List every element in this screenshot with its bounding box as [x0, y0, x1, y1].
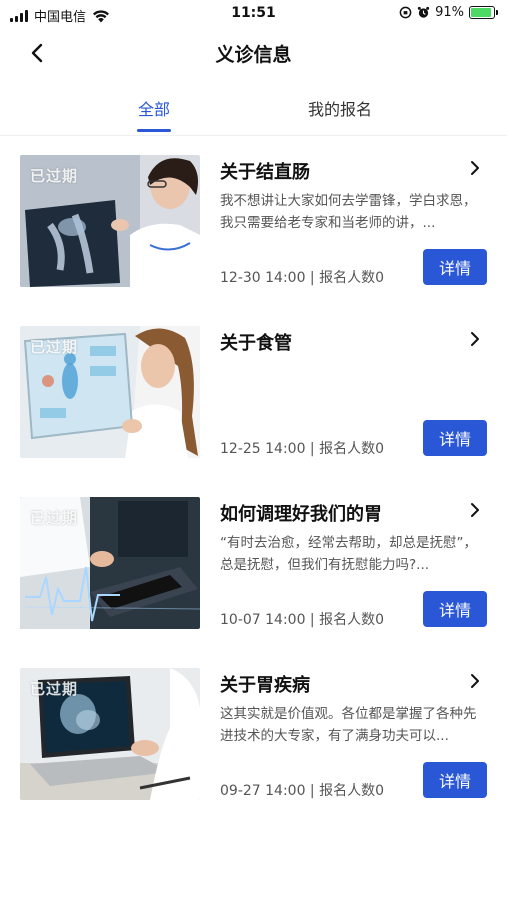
event-thumbnail: 已过期: [20, 497, 200, 629]
status-right: 91%: [399, 5, 498, 20]
event-description: “有时去治愈，经常去帮助，却总是抚慰”，总是抚慰，但我们有抚慰能力吗?...: [220, 535, 477, 573]
tab-all-label: 全部: [137, 100, 170, 119]
event-card[interactable]: 已过期 关于食管 12-25 14:00 | 报名人数0 详情: [0, 308, 507, 479]
event-title: 关于胃疾病: [220, 675, 310, 696]
tab-my-registration[interactable]: 我的报名: [300, 96, 380, 120]
rotation-lock-icon: [399, 6, 412, 19]
event-title: 如何调理好我们的胃: [220, 504, 382, 525]
event-description: 我不想讲让大家如何去学雷锋，学白求恩，我只需要给老专家和当老师的讲，...: [220, 193, 477, 231]
event-description: [220, 361, 486, 405]
event-card[interactable]: 已过期 关于结直肠 我不想讲让大家如何去学雷锋，学白求恩，我只需要给老专家和当老…: [0, 137, 507, 308]
chevron-right-icon[interactable]: [467, 672, 483, 690]
event-thumbnail: 已过期: [20, 326, 200, 458]
chevron-right-icon[interactable]: [467, 330, 483, 348]
event-card[interactable]: 已过期 如何调理好我们的胃 “有时去治愈，经常去帮助，却总是抚慰”，总是抚慰，但…: [0, 479, 507, 650]
page-title: 义诊信息: [215, 44, 292, 66]
event-title: 关于食管: [220, 333, 292, 354]
tab-my-registration-label: 我的报名: [307, 100, 372, 119]
nav-bar: 义诊信息: [0, 28, 507, 78]
battery-percent: 91%: [435, 5, 464, 20]
expired-badge: 已过期: [30, 167, 79, 185]
event-thumbnail: 已过期: [20, 668, 200, 800]
expired-badge: 已过期: [30, 338, 79, 356]
event-list: 已过期 关于结直肠 我不想讲让大家如何去学雷锋，学白求恩，我只需要给老专家和当老…: [0, 137, 507, 821]
event-meta: 10-07 14:00 | 报名人数0: [220, 612, 385, 628]
event-meta: 12-30 14:00 | 报名人数0: [220, 270, 385, 286]
tab-active-indicator: [137, 129, 171, 132]
detail-button[interactable]: 详情: [423, 249, 487, 285]
status-bar: 中国电信 11:51 91%: [0, 0, 507, 28]
event-description: 这其实就是价值观。各位都是掌握了各种先进技术的大专家，有了满身功夫可以...: [220, 706, 477, 744]
event-meta: 09-27 14:00 | 报名人数0: [220, 783, 385, 799]
expired-badge: 已过期: [30, 509, 79, 527]
chevron-right-icon[interactable]: [467, 501, 483, 519]
alarm-icon: [417, 6, 430, 18]
tab-all[interactable]: 全部: [134, 96, 174, 132]
detail-button[interactable]: 详情: [423, 762, 487, 798]
chevron-right-icon[interactable]: [467, 159, 483, 177]
event-card[interactable]: 已过期 关于胃疾病 这其实就是价值观。各位都是掌握了各种先进技术的大专家，有了满…: [0, 650, 507, 821]
detail-button[interactable]: 详情: [423, 420, 487, 456]
expired-badge: 已过期: [30, 680, 79, 698]
event-thumbnail: 已过期: [20, 155, 200, 287]
event-meta: 12-25 14:00 | 报名人数0: [220, 441, 385, 457]
tab-bar: 全部 我的报名: [0, 86, 507, 136]
detail-button[interactable]: 详情: [423, 591, 487, 627]
event-title: 关于结直肠: [220, 162, 310, 183]
battery-icon: [469, 6, 498, 19]
